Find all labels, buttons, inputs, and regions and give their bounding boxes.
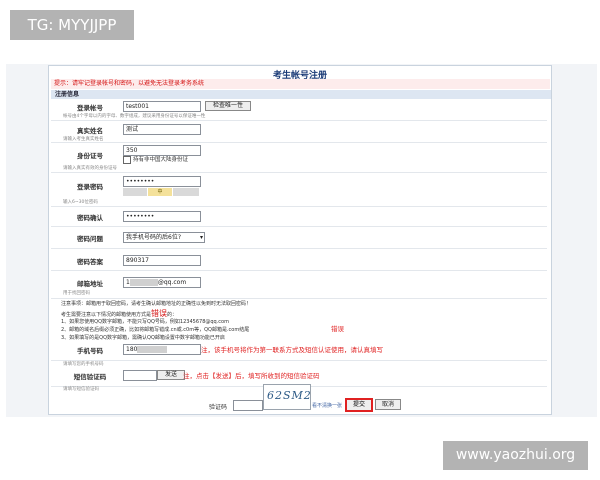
name-input[interactable]: 测试 xyxy=(123,124,201,135)
strength-strong-cell xyxy=(173,188,199,196)
watermark-bottom-right: www.yaozhui.org xyxy=(443,441,588,470)
id-card-label: 身份证号 xyxy=(77,152,103,160)
phone-annotation: 注，该手机号将作为第一联系方式及短信认证使用，请认真填写 xyxy=(201,346,383,354)
send-sms-button[interactable]: 发送 xyxy=(157,370,185,380)
foreign-id-checkbox[interactable] xyxy=(123,156,131,164)
strength-medium-cell: 中 xyxy=(148,188,172,196)
row-account: 登录帐号 test001 检查唯一性 帐号由4个字母以内的字母、数字组成，建议采… xyxy=(51,100,547,121)
captcha-input[interactable] xyxy=(233,400,263,411)
phone-input[interactable]: 180 xyxy=(123,344,201,355)
foreign-id-checkbox-label: 持有非中国大陆身份证 xyxy=(133,157,189,163)
confirm-label: 密码确认 xyxy=(77,214,103,222)
answer-input[interactable]: 890317 xyxy=(123,255,201,266)
strength-weak-cell xyxy=(123,188,147,196)
note-line-2-error: 错误 xyxy=(151,309,168,318)
row-answer: 密码答案 890317 xyxy=(51,250,547,271)
account-label: 登录帐号 xyxy=(77,104,103,112)
captcha-refresh-link[interactable]: 看不清换一张 xyxy=(312,402,342,409)
phone-prefix: 180 xyxy=(126,346,138,353)
note-line-4: 2、邮箱的域名后缀必须正确，比如将邮箱写错成.cn或.c0m等，QQ邮箱是.co… xyxy=(61,327,250,333)
email-redaction xyxy=(129,279,158,286)
phone-redaction xyxy=(137,346,168,353)
sms-hint: 请填写短信验证码 xyxy=(63,387,99,392)
email-hint: 用于找回密码 xyxy=(63,291,90,296)
warning-banner: 提示：请牢记登录帐号和密码，以避免无法登录考务系统 xyxy=(51,79,550,89)
check-unique-button[interactable]: 检查唯一性 xyxy=(205,101,251,111)
cancel-button[interactable]: 取消 xyxy=(375,399,401,410)
row-phone: 手机号码 180 注，该手机号将作为第一联系方式及短信认证使用，请认真填写 xyxy=(51,342,547,361)
row-id-card: 身份证号 350 持有非中国大陆身份证 请输入真实有效的身份证号 xyxy=(51,144,547,173)
name-hint: 请输入考生真实姓名 xyxy=(63,137,104,142)
note-line-3: 1、如果您使用QQ数字邮箱，不能只写QQ号码，例如12345678@qq.com xyxy=(61,319,229,325)
note-line-1: 注意事项：邮箱用于取回密码，请考生确认邮箱地址的正确性以免到时无法取回密码！ xyxy=(61,301,252,307)
captcha-text: 62SM2 xyxy=(267,389,312,402)
captcha-image[interactable]: 62SM2 xyxy=(263,384,311,410)
row-email: 邮箱地址 1 @qq.com 用于找回密码 xyxy=(51,272,547,299)
error-annotation: 错误 xyxy=(331,325,344,333)
email-suffix: @qq.com xyxy=(157,279,187,286)
password-label: 登录密码 xyxy=(77,183,103,191)
name-label: 真实姓名 xyxy=(77,127,103,135)
sms-input[interactable] xyxy=(123,370,157,381)
note-line-5: 3、如果填写的是QQ数字邮箱，需确认QQ邮箱设置中数字邮箱功能已开启 xyxy=(61,335,225,341)
captcha-label: 验证码 xyxy=(209,404,228,411)
sms-label: 短信验证码 xyxy=(73,373,107,381)
account-hint: 帐号由4个字母以内的字母、数字组成，建议采用身份证号以保证唯一性 xyxy=(63,114,206,119)
row-password: 登录密码 •••••••• 中 输入6~30位密码 xyxy=(51,174,547,207)
row-name: 真实姓名 测试 请输入考生真实姓名 xyxy=(51,122,547,143)
password-input[interactable]: •••••••• xyxy=(123,176,201,187)
answer-label: 密码答案 xyxy=(77,258,103,266)
password-hint: 输入6~30位密码 xyxy=(63,200,98,205)
email-input[interactable]: 1 @qq.com xyxy=(123,277,201,288)
watermark-top-left: TG: MYYJJPP xyxy=(10,10,134,40)
row-question: 密码问题 我手机号码的后6位? ▾ xyxy=(51,228,547,249)
phone-label: 手机号码 xyxy=(77,347,103,355)
screenshot-area: 考生帐号注册 提示：请牢记登录帐号和密码，以避免无法登录考务系统 注册信息 登录… xyxy=(6,64,597,417)
sms-annotation: 注，点击【发送】后，填写所收到的短信验证码 xyxy=(183,372,320,380)
account-input[interactable]: test001 xyxy=(123,101,201,112)
submit-button[interactable]: 提交 xyxy=(345,398,373,412)
row-confirm: 密码确认 •••••••• xyxy=(51,208,547,227)
question-select[interactable]: 我手机号码的后6位? ▾ xyxy=(123,232,205,243)
question-value: 我手机号码的后6位? xyxy=(126,234,182,241)
question-label: 密码问题 xyxy=(77,235,103,243)
confirm-input[interactable]: •••••••• xyxy=(123,211,201,222)
email-label: 邮箱地址 xyxy=(77,280,103,288)
chevron-down-icon: ▾ xyxy=(199,234,203,241)
section-heading: 注册信息 xyxy=(51,90,551,99)
id-card-hint: 请输入真实有效的身份证号 xyxy=(63,166,117,171)
registration-form: 考生帐号注册 提示：请牢记登录帐号和密码，以避免无法登录考务系统 注册信息 登录… xyxy=(48,65,552,415)
